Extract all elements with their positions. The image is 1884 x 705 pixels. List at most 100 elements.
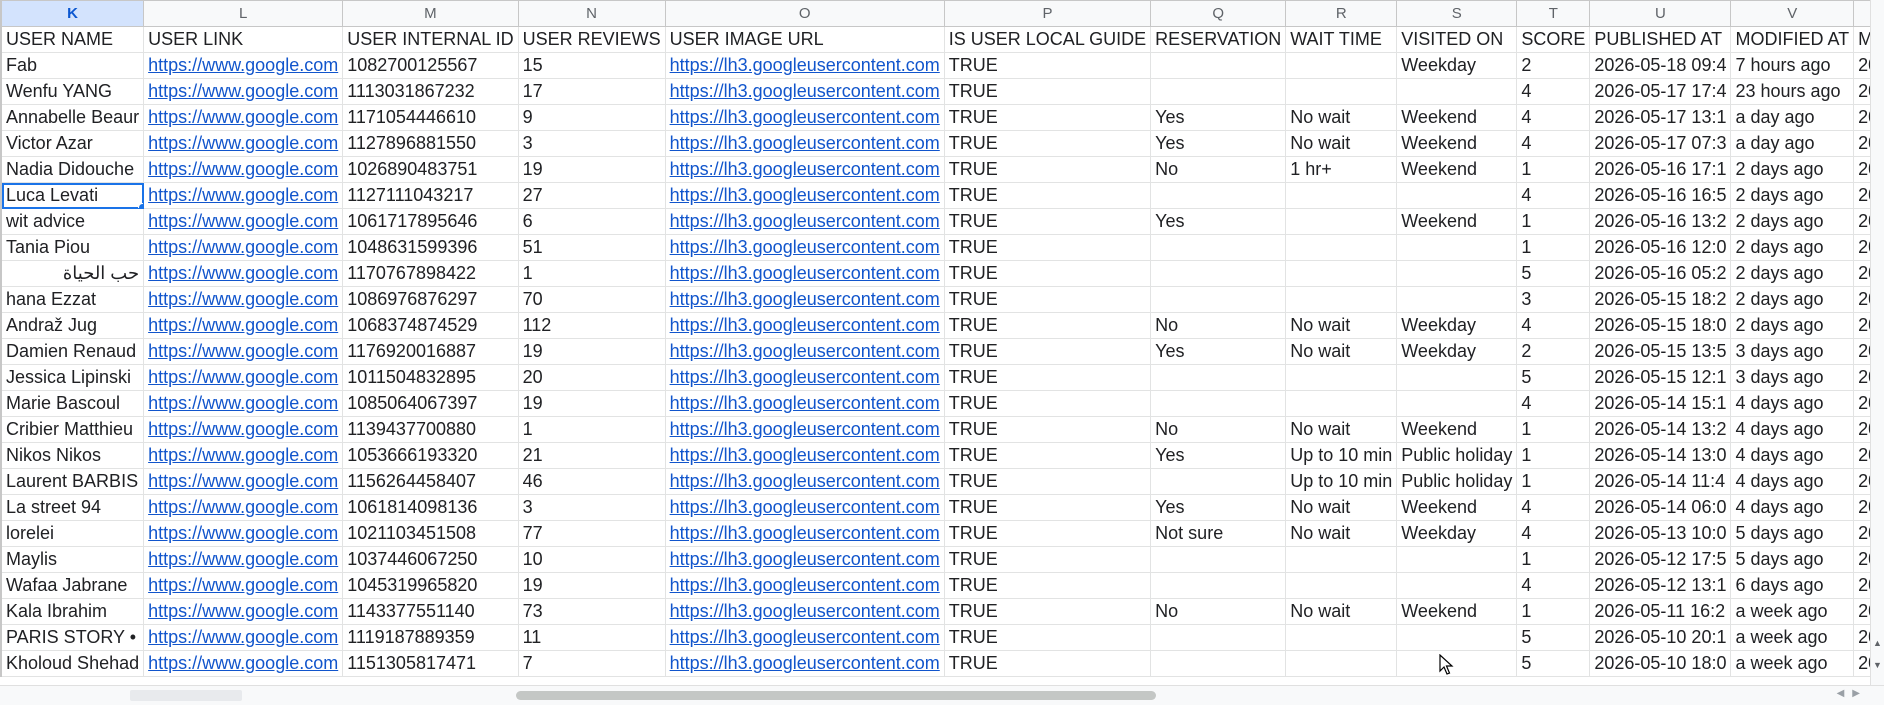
table-cell[interactable]: https://lh3.googleusercontent.com <box>664 520 945 547</box>
table-cell[interactable]: 73 <box>517 598 666 625</box>
table-cell[interactable] <box>1285 572 1398 599</box>
table-cell[interactable]: No wait <box>1285 130 1398 157</box>
table-cell[interactable]: https://lh3.googleusercontent.com <box>664 364 945 391</box>
table-cell[interactable]: 6 <box>517 208 666 235</box>
table-cell[interactable]: Andraž Jug <box>0 312 145 339</box>
header-cell[interactable]: USER IMAGE URL <box>664 26 945 53</box>
table-cell[interactable]: 2026-05-17 17:4 <box>1853 78 1870 105</box>
table-cell[interactable]: Weekday <box>1396 312 1518 339</box>
table-cell[interactable]: Tania Piou <box>0 234 145 261</box>
table-cell[interactable]: La street 94 <box>0 494 145 521</box>
header-cell[interactable]: MODIFIED AT DATE <box>1853 26 1870 53</box>
column-header-n[interactable]: N <box>517 0 666 27</box>
table-cell[interactable]: 7 <box>517 650 666 677</box>
table-cell[interactable]: https://www.google.com <box>143 156 344 183</box>
table-cell[interactable] <box>1285 546 1398 573</box>
table-cell[interactable]: TRUE <box>943 52 1152 79</box>
table-cell[interactable] <box>1396 260 1518 287</box>
table-cell[interactable]: No <box>1150 312 1287 339</box>
table-cell[interactable]: 1151305817471 <box>342 650 519 677</box>
table-cell[interactable]: https://lh3.googleusercontent.com <box>664 338 945 365</box>
spreadsheet-grid[interactable]: KLMNOPQRSTUVWXY USER NAMEUSER LINKUSER I… <box>0 0 1870 685</box>
table-cell[interactable]: https://www.google.com <box>143 442 344 469</box>
table-cell[interactable]: 2 days ago <box>1730 208 1855 235</box>
column-header-r[interactable]: R <box>1285 0 1398 27</box>
table-cell[interactable]: Maylis <box>0 546 145 573</box>
table-cell[interactable]: https://www.google.com <box>143 650 344 677</box>
table-cell[interactable]: TRUE <box>943 78 1152 105</box>
table-cell[interactable]: 1 <box>1516 546 1591 573</box>
table-cell[interactable]: Fab <box>0 52 145 79</box>
table-cell[interactable]: 2026-05-16 17:1 <box>1589 156 1732 183</box>
table-cell[interactable]: 2 <box>1516 52 1591 79</box>
table-cell[interactable] <box>1285 208 1398 235</box>
table-cell[interactable]: 3 days ago <box>1730 338 1855 365</box>
table-cell[interactable]: 6 days ago <box>1730 572 1855 599</box>
table-cell[interactable]: No <box>1150 416 1287 443</box>
table-cell[interactable]: No wait <box>1285 598 1398 625</box>
table-cell[interactable]: 2026-05-14 06:0 <box>1853 494 1870 521</box>
table-cell[interactable] <box>1150 78 1287 105</box>
table-cell[interactable]: Laurent BARBIS <box>0 468 145 495</box>
table-cell[interactable]: Wenfu YANG <box>0 78 145 105</box>
table-cell[interactable]: 4 days ago <box>1730 468 1855 495</box>
table-cell[interactable]: https://www.google.com <box>143 390 344 417</box>
table-cell[interactable]: TRUE <box>943 364 1152 391</box>
table-cell[interactable]: 15 <box>517 52 666 79</box>
table-cell[interactable]: 2 days ago <box>1730 182 1855 209</box>
table-cell[interactable]: https://www.google.com <box>143 208 344 235</box>
table-cell[interactable]: Marie Bascoul <box>0 390 145 417</box>
table-cell[interactable]: 2026-05-15 18:2 <box>1589 286 1732 313</box>
table-cell[interactable]: Kala Ibrahim <box>0 598 145 625</box>
table-cell[interactable]: No wait <box>1285 494 1398 521</box>
table-cell[interactable]: a week ago <box>1730 624 1855 651</box>
table-cell[interactable]: 2026-05-17 17:4 <box>1589 78 1732 105</box>
table-cell[interactable]: TRUE <box>943 494 1152 521</box>
table-cell[interactable]: 3 days ago <box>1730 364 1855 391</box>
table-cell[interactable]: Weekend <box>1396 598 1518 625</box>
column-header-m[interactable]: M <box>342 0 519 27</box>
table-cell[interactable]: No wait <box>1285 312 1398 339</box>
table-cell[interactable]: https://www.google.com <box>143 130 344 157</box>
table-cell[interactable]: 2026-05-15 18:0 <box>1853 312 1870 339</box>
table-cell[interactable]: https://www.google.com <box>143 182 344 209</box>
table-cell[interactable]: 2026-05-16 16:5 <box>1853 182 1870 209</box>
table-cell[interactable]: Yes <box>1150 130 1287 157</box>
table-cell[interactable]: https://www.google.com <box>143 624 344 651</box>
table-cell[interactable]: Weekend <box>1396 156 1518 183</box>
table-cell[interactable]: 2026-05-11 16:2 <box>1589 598 1732 625</box>
table-cell[interactable]: 1143377551140 <box>342 598 519 625</box>
table-cell[interactable]: 2026-05-10 18:0 <box>1853 650 1870 677</box>
table-cell[interactable]: 2026-05-15 12:1 <box>1853 364 1870 391</box>
table-cell[interactable] <box>1150 390 1287 417</box>
table-cell[interactable]: https://lh3.googleusercontent.com <box>664 494 945 521</box>
column-header-t[interactable]: T <box>1516 0 1591 27</box>
table-cell[interactable]: TRUE <box>943 442 1152 469</box>
table-cell[interactable]: 1 <box>1516 234 1591 261</box>
table-cell[interactable]: 5 days ago <box>1730 520 1855 547</box>
table-cell[interactable]: 2026-05-16 12:0 <box>1589 234 1732 261</box>
table-cell[interactable]: 4 <box>1516 78 1591 105</box>
table-cell[interactable]: No <box>1150 598 1287 625</box>
table-cell[interactable]: Cribier Matthieu <box>0 416 145 443</box>
table-cell[interactable]: 4 days ago <box>1730 416 1855 443</box>
table-cell[interactable] <box>1150 286 1287 313</box>
table-cell[interactable]: TRUE <box>943 208 1152 235</box>
table-cell[interactable]: 2 days ago <box>1730 260 1855 287</box>
table-cell[interactable]: 4 <box>1516 494 1591 521</box>
table-cell[interactable]: https://www.google.com <box>143 598 344 625</box>
table-cell[interactable] <box>1285 364 1398 391</box>
table-cell[interactable]: 1156264458407 <box>342 468 519 495</box>
table-cell[interactable]: 2026-05-13 10:0 <box>1853 520 1870 547</box>
table-cell[interactable]: 2026-05-14 15:1 <box>1853 390 1870 417</box>
table-cell[interactable]: 20 <box>517 364 666 391</box>
column-header-l[interactable]: L <box>143 0 344 27</box>
table-cell[interactable]: 3 <box>517 494 666 521</box>
table-cell[interactable]: 2026-05-16 17:1 <box>1853 156 1870 183</box>
table-cell[interactable] <box>1396 78 1518 105</box>
table-cell[interactable]: https://www.google.com <box>143 312 344 339</box>
table-cell[interactable] <box>1285 390 1398 417</box>
horizontal-scrollbar[interactable]: ◀▶ <box>0 685 1884 705</box>
table-cell[interactable]: Not sure <box>1150 520 1287 547</box>
column-header-v[interactable]: V <box>1730 0 1855 27</box>
